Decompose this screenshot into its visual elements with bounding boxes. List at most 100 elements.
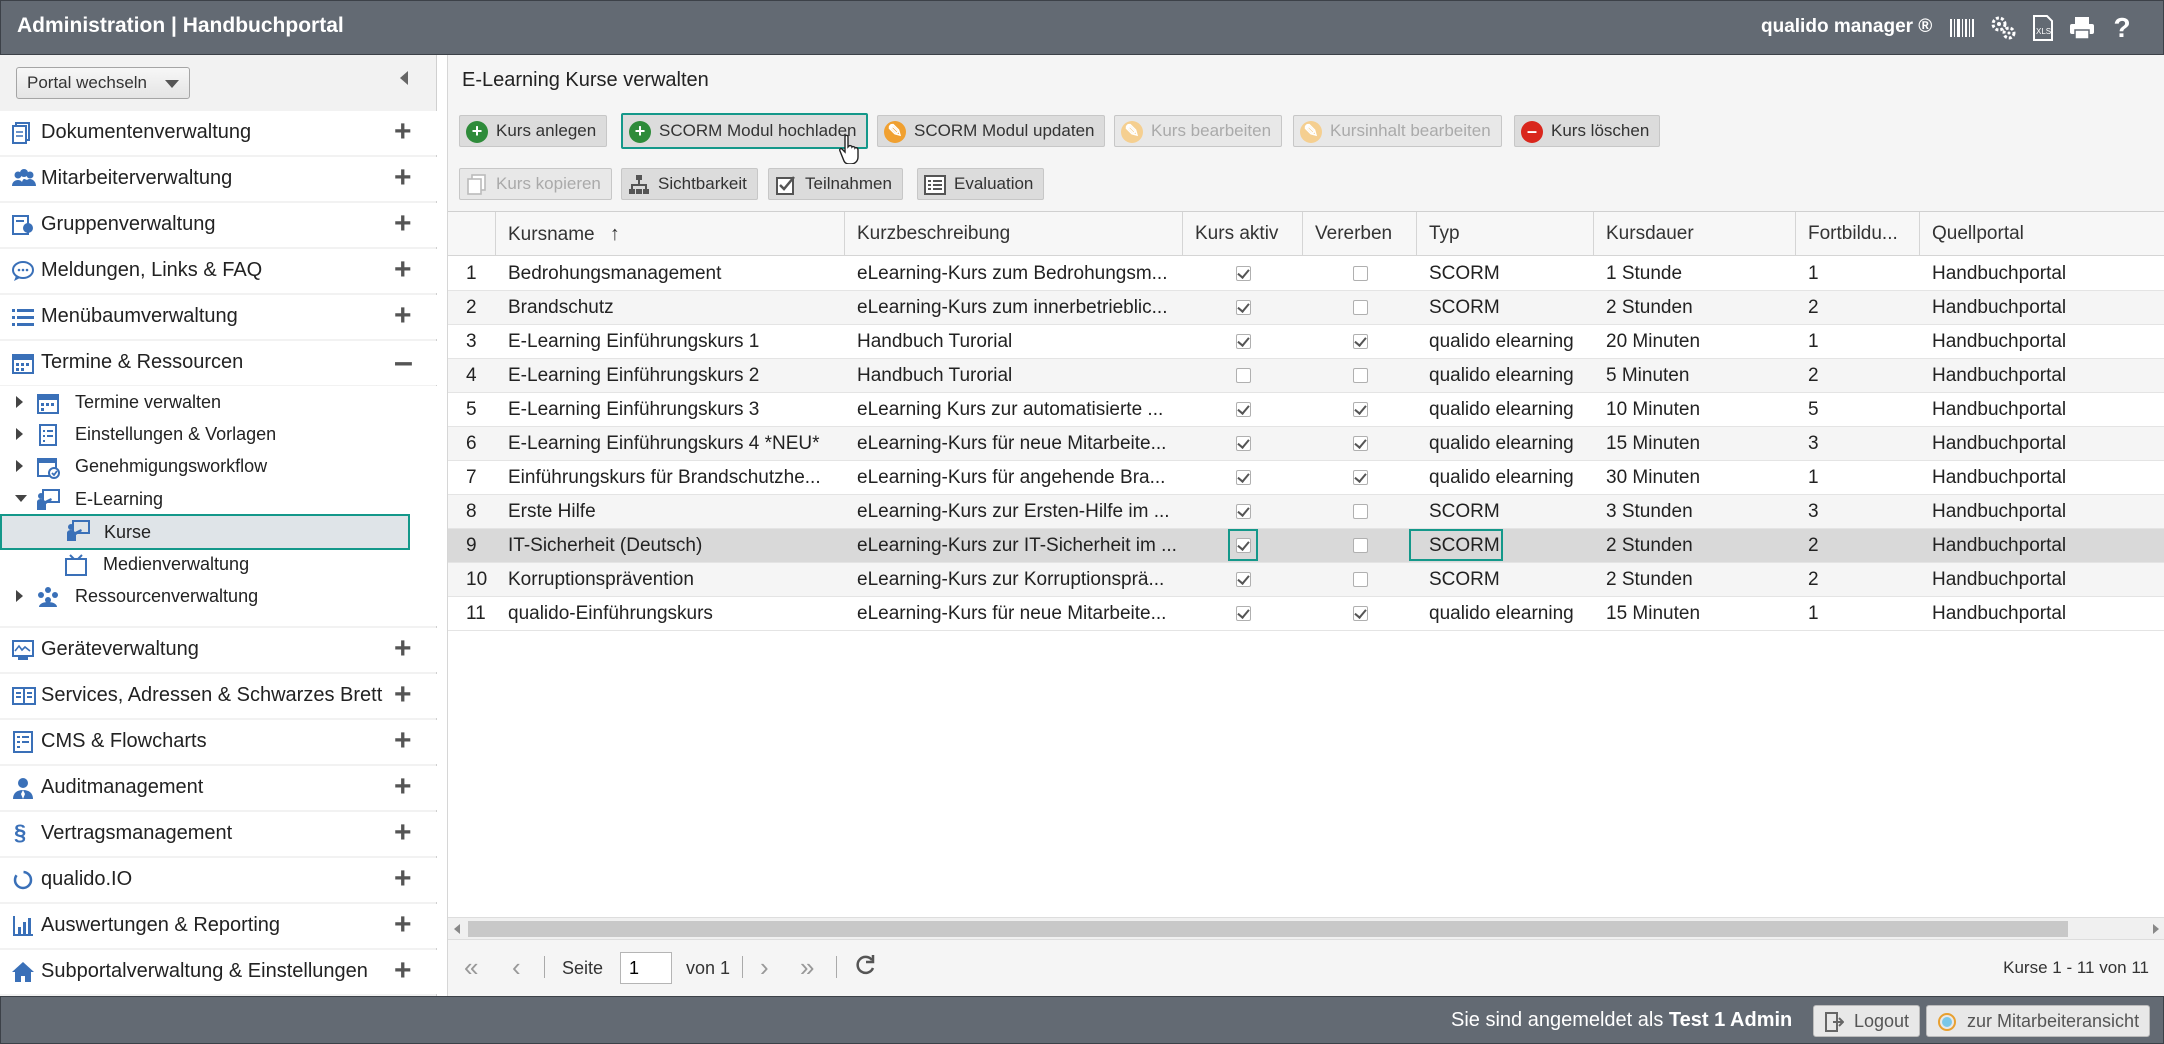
scroll-right-icon[interactable]	[2153, 924, 2159, 934]
nav-item-dokumentenverwaltung[interactable]: Dokumentenverwaltung +	[0, 111, 437, 155]
checkbox-icon[interactable]	[1235, 402, 1251, 418]
checkbox-icon[interactable]	[1352, 300, 1368, 316]
scroll-left-icon[interactable]	[454, 924, 460, 934]
expand-plus-icon[interactable]: +	[394, 163, 412, 193]
table-row[interactable]: 2 Brandschutz eLearning-Kurs zum innerbetr…	[448, 291, 2164, 325]
tree-item-einstellungen-vorlagen[interactable]: Einstellungen & Vorlagen	[14, 420, 434, 450]
kurs-aktiv-checkbox[interactable]	[1183, 393, 1303, 427]
expand-plus-icon[interactable]: +	[394, 634, 412, 664]
employee-view-button[interactable]: zur Mitarbeiteransicht	[1926, 1005, 2151, 1037]
vererben-checkbox[interactable]	[1303, 291, 1417, 325]
barcode-icon[interactable]	[1947, 13, 1977, 43]
checkbox-icon[interactable]	[1352, 402, 1368, 418]
settings-gears-icon[interactable]	[1988, 13, 2018, 43]
checkbox-icon[interactable]	[1352, 470, 1368, 486]
kurs-aktiv-checkbox[interactable]	[1183, 291, 1303, 325]
col-header-kursdauer[interactable]: Kursdauer	[1594, 212, 1796, 256]
tree-item-ressourcenverwaltung[interactable]: Ressourcenverwaltung	[14, 582, 434, 612]
horizontal-scrollbar[interactable]	[448, 917, 2164, 939]
nav-item-meldungen[interactable]: Meldungen, Links & FAQ +	[0, 249, 437, 293]
nav-item-mitarbeiterverwaltung[interactable]: Mitarbeiterverwaltung +	[0, 157, 437, 201]
expand-plus-icon[interactable]: +	[394, 680, 412, 710]
collapse-sidebar-icon[interactable]	[400, 71, 408, 85]
vererben-checkbox[interactable]	[1303, 563, 1417, 597]
checkbox-icon[interactable]	[1235, 606, 1251, 622]
checkbox-icon[interactable]	[1352, 368, 1368, 384]
vererben-checkbox[interactable]	[1303, 529, 1417, 563]
checkbox-icon[interactable]	[1352, 436, 1368, 452]
vererben-checkbox[interactable]	[1303, 325, 1417, 359]
checkbox-icon[interactable]	[1235, 300, 1251, 316]
teilnahmen-button[interactable]: Teilnahmen	[768, 168, 903, 200]
checkbox-icon[interactable]	[1235, 334, 1251, 350]
tree-item-genehmigungsworkflow[interactable]: Genehmigungsworkflow	[14, 452, 434, 482]
vererben-checkbox[interactable]	[1303, 359, 1417, 393]
checkbox-icon[interactable]	[1352, 266, 1368, 282]
expand-arrow-icon[interactable]	[16, 428, 23, 440]
nav-item-termine-ressourcen[interactable]: Termine & Ressourcen –	[0, 341, 437, 385]
table-row[interactable]: 9 IT-Sicherheit (Deutsch) eLearning-Kurs z…	[448, 529, 2164, 563]
checkbox-icon[interactable]	[1235, 266, 1251, 282]
tree-item-e-learning[interactable]: E-Learning	[14, 485, 434, 515]
last-page-icon[interactable]: »	[800, 954, 814, 980]
checkbox-icon[interactable]	[1235, 470, 1251, 486]
expand-arrow-icon[interactable]	[16, 590, 23, 602]
col-header-quellportal[interactable]: Quellportal	[1920, 212, 2164, 256]
page-number-input[interactable]	[620, 952, 672, 984]
nav-item-vertragsmanagement[interactable]: § Vertragsmanagement +	[0, 812, 437, 856]
table-row[interactable]: 1 Bedrohungsmanagement eLearning-Kurs zum …	[448, 257, 2164, 291]
vererben-checkbox[interactable]	[1303, 461, 1417, 495]
expand-plus-icon[interactable]: +	[394, 301, 412, 331]
scrollbar-thumb[interactable]	[468, 921, 2068, 937]
scorm-updaten-button[interactable]: ✎ SCORM Modul updaten	[877, 115, 1106, 147]
vererben-checkbox[interactable]	[1303, 597, 1417, 631]
kurs-aktiv-checkbox[interactable]	[1183, 257, 1303, 291]
col-header-fortbildung[interactable]: Fortbildu...	[1796, 212, 1920, 256]
expand-plus-icon[interactable]: +	[394, 726, 412, 756]
vererben-checkbox[interactable]	[1303, 257, 1417, 291]
expand-arrow-icon[interactable]	[16, 460, 23, 472]
nav-item-auswertungen[interactable]: Auswertungen & Reporting +	[0, 904, 437, 948]
expand-plus-icon[interactable]: +	[394, 117, 412, 147]
col-header-vererben[interactable]: Vererben	[1303, 212, 1417, 256]
kurs-aktiv-checkbox[interactable]	[1183, 563, 1303, 597]
kurs-aktiv-checkbox[interactable]	[1183, 427, 1303, 461]
table-row[interactable]: 10 Korruptionsprävention eLearning-Kurs zu…	[448, 563, 2164, 597]
checkbox-icon[interactable]	[1352, 606, 1368, 622]
checkbox-icon[interactable]	[1235, 572, 1251, 588]
checkbox-icon[interactable]	[1352, 538, 1368, 554]
expand-plus-icon[interactable]: +	[394, 864, 412, 894]
expand-plus-icon[interactable]: +	[394, 910, 412, 940]
vererben-checkbox[interactable]	[1303, 495, 1417, 529]
table-row[interactable]: 11 qualido-Einführungskurs eLearning-Kurs …	[448, 597, 2164, 631]
table-row[interactable]: 6 E-Learning Einführungskurs 4 *NEU* eLear…	[448, 427, 2164, 461]
col-header-typ[interactable]: Typ	[1417, 212, 1594, 256]
vererben-checkbox[interactable]	[1303, 427, 1417, 461]
vererben-checkbox[interactable]	[1303, 393, 1417, 427]
col-header-kursname[interactable]: Kursname ↑	[496, 212, 845, 256]
kurs-aktiv-checkbox[interactable]	[1183, 597, 1303, 631]
nav-item-qualido-io[interactable]: qualido.IO +	[0, 858, 437, 902]
table-row[interactable]: 8 Erste Hilfe eLearning-Kurs zur Ersten-Hi…	[448, 495, 2164, 529]
collapse-arrow-icon[interactable]	[15, 495, 27, 502]
collapse-minus-icon[interactable]: –	[394, 345, 413, 379]
portal-switch-dropdown[interactable]: Portal wechseln	[16, 67, 190, 99]
xls-export-icon[interactable]: XLS	[2028, 13, 2058, 43]
col-header-kurs-aktiv[interactable]: Kurs aktiv	[1183, 212, 1303, 256]
tree-item-kurse-selected[interactable]: Kurse	[0, 514, 410, 550]
nav-item-menuebaumverwaltung[interactable]: Menübaumverwaltung +	[0, 295, 437, 339]
nav-item-cms-flowcharts[interactable]: CMS & Flowcharts +	[0, 720, 437, 764]
expand-plus-icon[interactable]: +	[394, 956, 412, 986]
col-header-kurzbeschreibung[interactable]: Kurzbeschreibung	[845, 212, 1183, 256]
nav-item-services-adressen[interactable]: Services, Adressen & Schwarzes Brett +	[0, 674, 437, 718]
expand-plus-icon[interactable]: +	[394, 772, 412, 802]
checkbox-icon[interactable]	[1235, 436, 1251, 452]
first-page-icon[interactable]: «	[464, 954, 478, 980]
help-icon[interactable]: ?	[2107, 12, 2137, 43]
table-row[interactable]: 7 Einführungskurs für Brandschutzhe... eLe…	[448, 461, 2164, 495]
checkbox-icon[interactable]	[1235, 504, 1251, 520]
evaluation-button[interactable]: Evaluation	[917, 168, 1045, 200]
refresh-icon[interactable]	[852, 952, 878, 982]
tree-item-termine-verwalten[interactable]: Termine verwalten	[14, 388, 434, 418]
previous-page-icon[interactable]: ‹	[512, 954, 521, 980]
